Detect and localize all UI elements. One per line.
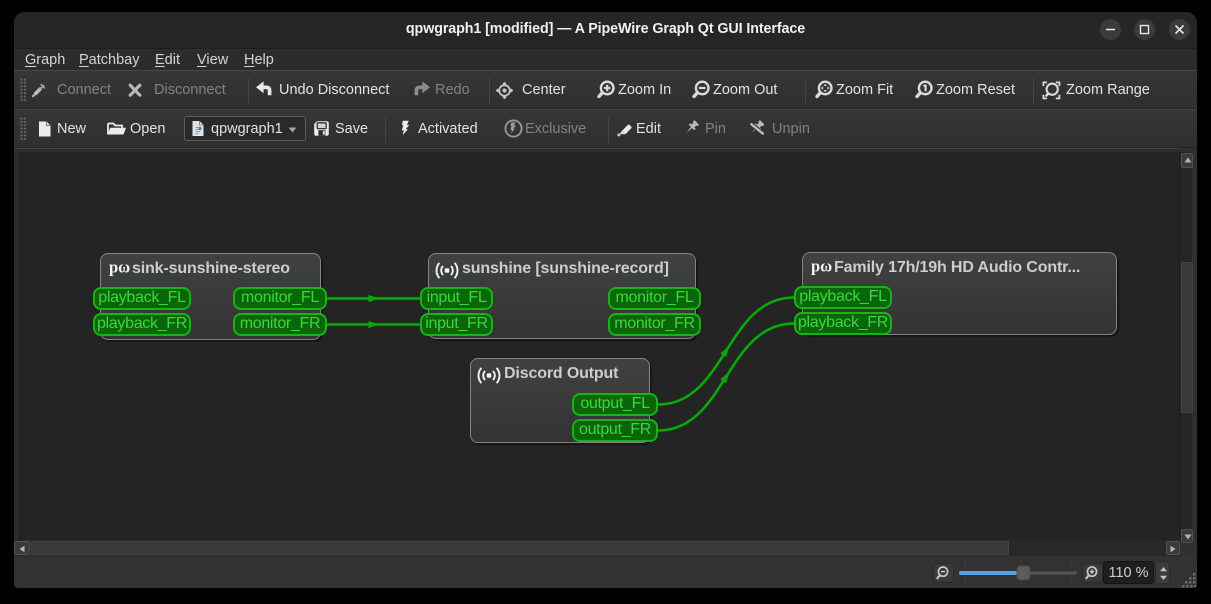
svg-text:pω: pω (811, 258, 832, 276)
svg-text:pω: pω (109, 259, 130, 277)
